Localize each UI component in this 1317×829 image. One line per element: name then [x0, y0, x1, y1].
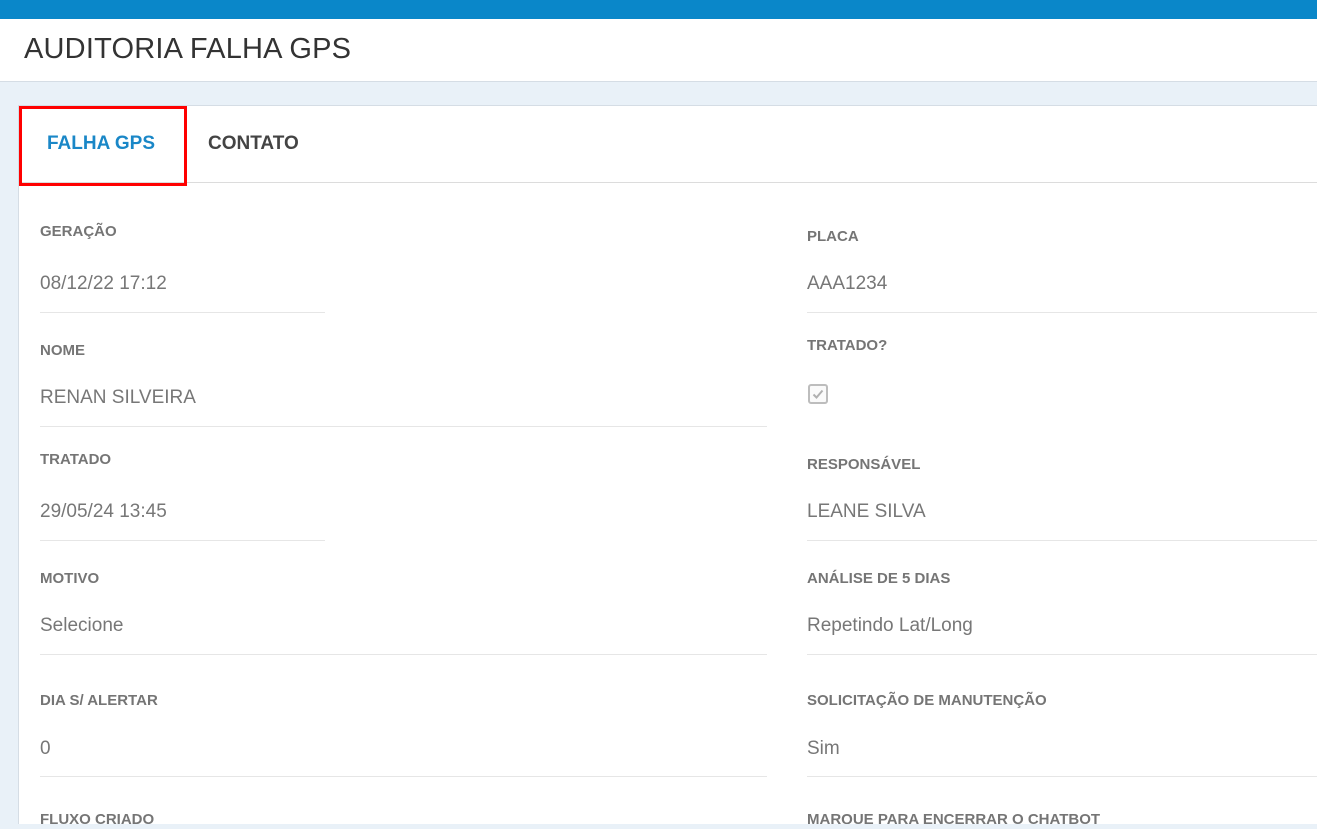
field-value: 08/12/22 17:12 [40, 273, 167, 294]
field-label: RESPONSÁVEL [807, 456, 921, 473]
field-divider [40, 312, 325, 313]
field-label: SOLICITAÇÃO DE MANUTENÇÃO [807, 692, 1047, 709]
field-label: TRATADO [40, 451, 112, 468]
field-divider [807, 654, 1317, 655]
page-title: AUDITORIA FALHA GPS [24, 33, 352, 65]
field-divider [807, 776, 1317, 777]
tab-contato[interactable]: CONTATO [208, 106, 299, 182]
field-value: AAA1234 [807, 273, 888, 294]
tab-falha-gps[interactable]: FALHA GPS [47, 106, 155, 182]
field-value: Repetindo Lat/Long [807, 615, 973, 636]
checkbox-checked-icon[interactable] [808, 384, 828, 404]
page-header: AUDITORIA FALHA GPS [0, 19, 1317, 82]
field-label: MOTIVO [40, 570, 100, 587]
field-divider [40, 540, 325, 541]
field-label: MARQUE PARA ENCERRAR O CHATBOT [807, 811, 1101, 824]
field-value: LEANE SILVA [807, 501, 926, 522]
field-divider [807, 540, 1317, 541]
form-panel: FALHA GPS CONTATO GERAÇÃO 08/12/22 17:12… [18, 105, 1317, 824]
field-label: PLACA [807, 228, 859, 245]
motivo-select[interactable]: Selecione [40, 615, 123, 637]
field-value: 0 [40, 738, 51, 759]
field-divider [40, 776, 767, 777]
field-value: Sim [807, 738, 840, 759]
field-label: FLUXO CRIADO [40, 811, 155, 824]
top-bar [0, 0, 1317, 19]
tab-bar: FALHA GPS CONTATO [19, 106, 1317, 186]
field-divider [807, 312, 1317, 313]
field-label: DIA S/ ALERTAR [40, 692, 158, 709]
field-label: NOME [40, 342, 85, 359]
field-value: RENAN SILVEIRA [40, 387, 196, 408]
field-divider [40, 426, 767, 427]
field-value: 29/05/24 13:45 [40, 501, 167, 522]
field-label: GERAÇÃO [40, 223, 117, 240]
field-label: ANÁLISE DE 5 DIAS [807, 570, 951, 587]
check-icon [812, 389, 824, 399]
field-label: TRATADO? [807, 337, 888, 354]
field-divider [40, 654, 767, 655]
